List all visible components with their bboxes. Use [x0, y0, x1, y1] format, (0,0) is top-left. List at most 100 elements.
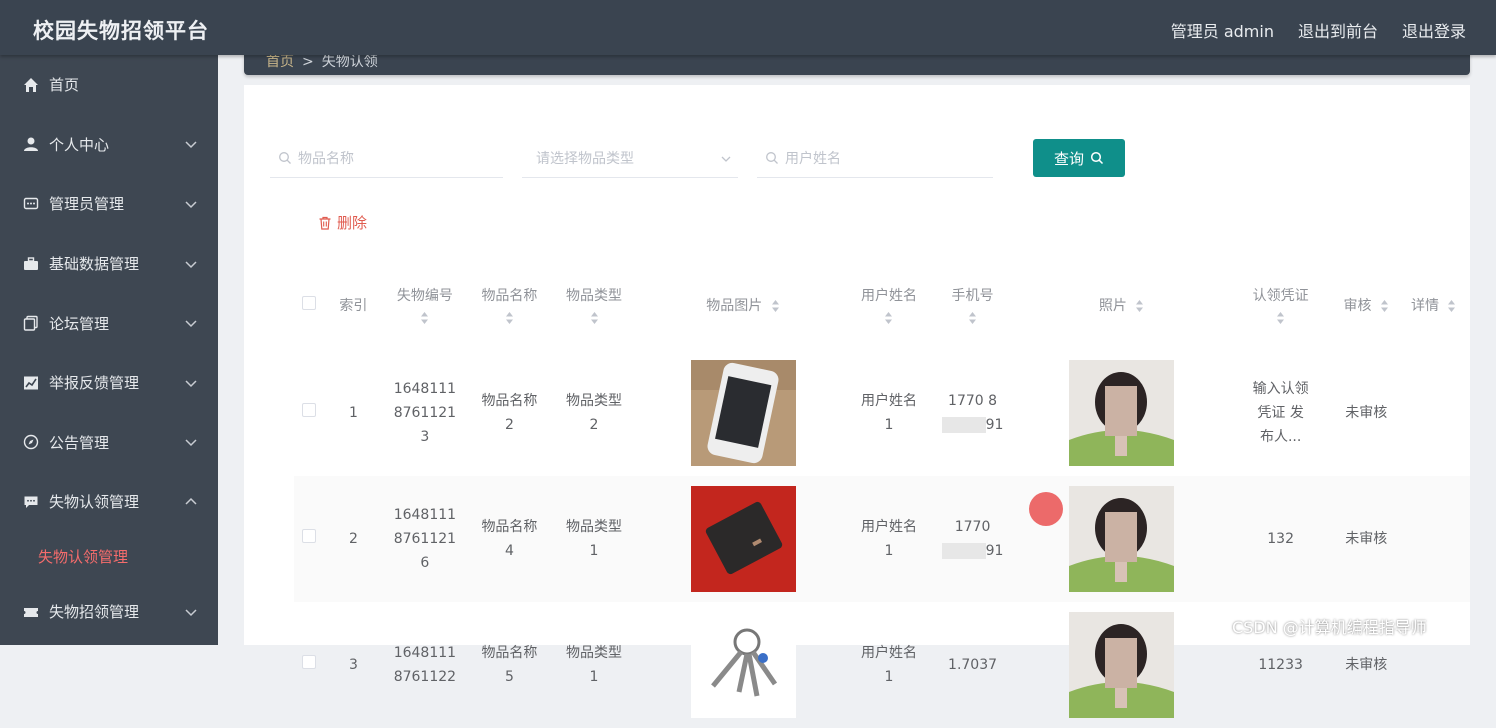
admin-user-label[interactable]: 管理员 admin — [1171, 18, 1274, 42]
cell-user-name: 用户姓名 1 — [860, 645, 917, 685]
cell-index: 1 — [348, 405, 358, 421]
sidebar-item-profile[interactable]: 个人中心 — [0, 115, 218, 175]
back-to-front-link[interactable]: 退出到前台 — [1298, 18, 1378, 42]
cell-code: 1648111 8761121 3 — [393, 381, 457, 445]
chevron-down-icon — [185, 141, 197, 149]
column-header-details[interactable]: 详情 — [1397, 260, 1470, 350]
compass-icon — [22, 433, 40, 451]
cell-index: 2 — [324, 476, 383, 602]
column-header-index[interactable]: 索引 — [324, 260, 382, 350]
home-icon — [22, 76, 40, 94]
sidebar-item-forum[interactable]: 论坛管理 — [0, 293, 218, 353]
row-checkbox[interactable] — [302, 655, 317, 669]
column-header-item-image[interactable]: 物品图片 — [636, 260, 849, 350]
user-name-search-input[interactable]: 用户姓名 — [757, 139, 993, 178]
cell-review-status: 未审核 — [1335, 476, 1398, 602]
phone-photo[interactable] — [690, 360, 796, 466]
column-header-voucher[interactable]: 认领凭证 — [1226, 260, 1335, 350]
sort-icon[interactable] — [771, 299, 780, 313]
column-header-user-name[interactable]: 用户姓名 — [850, 260, 929, 350]
sort-icon[interactable] — [505, 311, 514, 325]
sidebar-item-label: 管理员管理 — [49, 195, 125, 214]
sidebar-item-claim-manage[interactable]: 失物认领管理 — [0, 472, 218, 532]
portrait-photo[interactable] — [1069, 360, 1175, 466]
cell-item-name: 物品名称 4 — [467, 476, 552, 602]
cell-phone: 1770 8 91 — [928, 350, 1017, 476]
wallet-photo[interactable] — [690, 486, 796, 592]
delete-button[interactable]: 删除 — [318, 212, 367, 233]
top-bar: 校园失物招领平台 管理员 admin 退出到前台 退出登录 — [0, 0, 1496, 55]
sidebar-item-notice[interactable]: 公告管理 — [0, 413, 218, 473]
table-row[interactable]: 2 1648111 8761121 6 物品名称 4 物品类型 1 用户姓名 1 1770… — [294, 476, 1470, 602]
column-header-phone[interactable]: 手机号 — [928, 260, 1017, 350]
search-icon — [1090, 151, 1104, 165]
claim-table: 索引 失物编号 物品名称 物品类型 物品图片 用户姓名 手机号 照片 认领凭证 … — [294, 260, 1470, 728]
portrait-photo[interactable] — [1069, 486, 1175, 592]
cell-code: 1648111 8761122 — [393, 645, 457, 685]
keys-photo[interactable] — [690, 612, 796, 718]
sidebar-item-label: 举报反馈管理 — [49, 374, 140, 393]
sidebar-item-label: 首页 — [49, 76, 80, 95]
sidebar-item-home[interactable]: 首页 — [0, 55, 218, 115]
cell-item-name: 物品名称 5 — [481, 645, 538, 685]
column-header-code[interactable]: 失物编号 — [383, 260, 468, 350]
sidebar-item-label: 基础数据管理 — [49, 255, 140, 274]
row-checkbox[interactable] — [302, 529, 317, 543]
masked-block — [941, 543, 986, 559]
chevron-down-icon — [185, 380, 197, 387]
sidebar-item-base-data[interactable]: 基础数据管理 — [0, 234, 218, 294]
chevron-down-icon — [185, 201, 197, 209]
sort-icon[interactable] — [420, 311, 429, 325]
select-all-checkbox[interactable] — [302, 296, 317, 310]
sort-icon[interactable] — [1135, 299, 1144, 313]
cell-item-image — [636, 476, 850, 602]
column-header-item-name[interactable]: 物品名称 — [467, 260, 552, 350]
search-icon — [279, 152, 291, 164]
masked-block — [941, 417, 986, 433]
query-button[interactable]: 查询 — [1033, 139, 1125, 177]
sort-icon[interactable] — [884, 311, 893, 325]
table-row[interactable]: 1 1648111 8761121 3 物品名称 2 物品类型 2 用户姓名 1 1770… — [294, 350, 1470, 476]
sort-icon[interactable] — [1447, 299, 1456, 313]
sort-icon[interactable] — [590, 311, 599, 325]
sidebar-item-label: 论坛管理 — [49, 314, 110, 333]
cell-item-image — [636, 602, 849, 728]
sort-icon[interactable] — [968, 311, 977, 325]
cell-phone: 1770 91 — [928, 476, 1017, 602]
item-name-search-input[interactable]: 物品名称 — [270, 139, 503, 178]
breadcrumb-current: 失物认领 — [321, 54, 378, 70]
logout-link[interactable]: 退出登录 — [1402, 18, 1466, 42]
chevron-up-icon — [185, 497, 197, 505]
item-type-select[interactable]: 请选择物品类型 — [522, 139, 738, 178]
column-header-photo[interactable]: 照片 — [1017, 260, 1226, 350]
cell-item-image — [636, 350, 849, 476]
cell-item-type: 物品类型 2 — [566, 393, 622, 433]
user-icon — [22, 135, 40, 153]
cell-code: 1648111 8761121 6 — [382, 476, 468, 602]
ticket-icon — [22, 603, 40, 621]
breadcrumb-home[interactable]: 首页 — [266, 54, 294, 70]
chevron-down-icon — [185, 261, 197, 268]
sort-icon[interactable] — [1380, 299, 1389, 313]
content-panel: 物品名称 请选择物品类型 用户姓名 查询 删除 索引 失物编号 物品名称 物品类… — [244, 85, 1470, 718]
trash-icon — [319, 216, 331, 230]
cell-item-name: 物品名称 2 — [481, 393, 538, 433]
column-header-item-type[interactable]: 物品类型 — [552, 260, 637, 350]
query-button-label: 查询 — [1053, 149, 1084, 168]
item-name-placeholder: 物品名称 — [298, 151, 354, 167]
cell-user-name: 用户姓名 1 — [849, 476, 929, 602]
sidebar-item-lost-found[interactable]: 失物招领管理 — [0, 582, 218, 642]
portrait-photo[interactable] — [1069, 612, 1175, 718]
sidebar-item-admin-manage[interactable]: 管理员管理 — [0, 174, 218, 234]
message-icon — [22, 493, 40, 511]
cell-phone: 1.7037 — [948, 657, 998, 673]
chevron-down-icon — [185, 320, 197, 328]
breadcrumb-separator: > — [302, 54, 314, 70]
watermark: CSDN @计算机编程指导师 — [1232, 618, 1427, 637]
sidebar-item-report-feedback[interactable]: 举报反馈管理 — [0, 353, 218, 413]
cell-photo — [1017, 350, 1226, 476]
row-checkbox[interactable] — [302, 403, 317, 417]
column-header-review[interactable]: 审核 — [1335, 260, 1397, 350]
submenu-item-claim-manage[interactable]: 失物认领管理 — [0, 532, 218, 582]
sort-icon[interactable] — [1276, 311, 1285, 325]
